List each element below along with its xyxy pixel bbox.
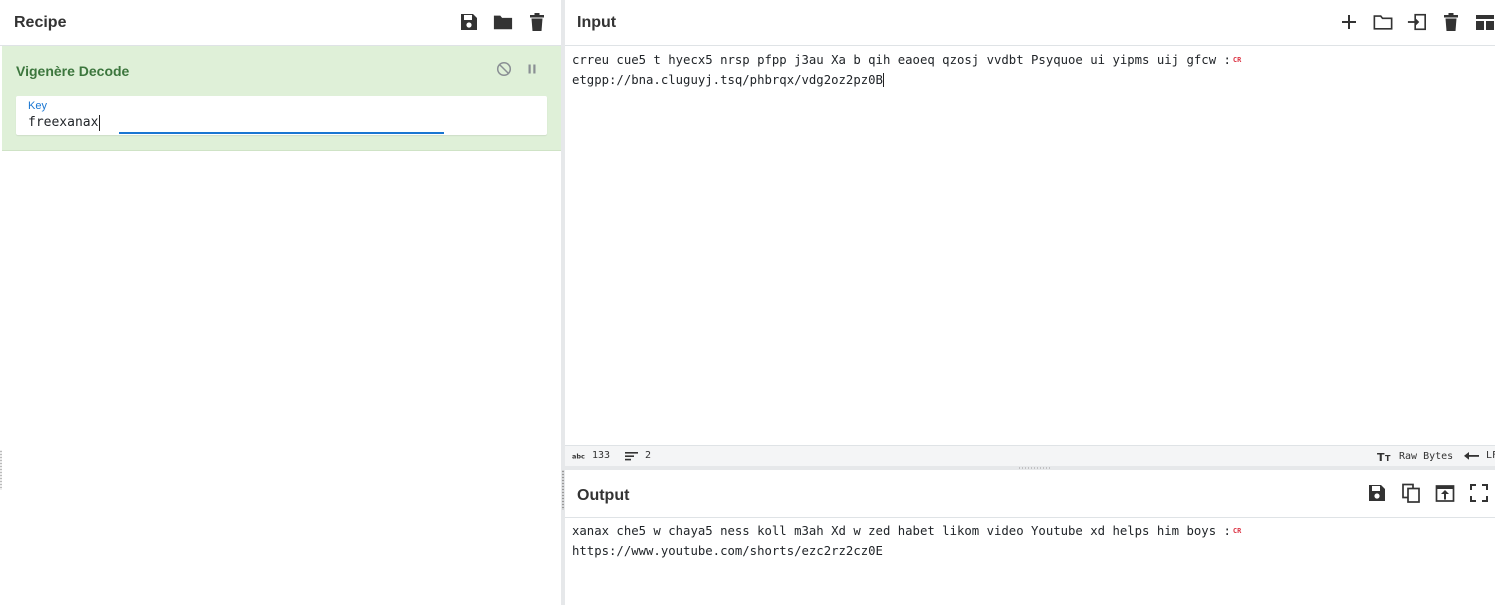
disable-icon[interactable] bbox=[496, 61, 512, 77]
folder-icon[interactable] bbox=[1373, 12, 1393, 32]
vertical-splitter-grip[interactable] bbox=[562, 470, 564, 510]
cr-marker: CR bbox=[1232, 56, 1242, 64]
plus-icon[interactable] bbox=[1339, 12, 1359, 32]
save-icon[interactable] bbox=[459, 12, 479, 32]
key-input[interactable]: freexanax bbox=[28, 115, 101, 131]
import-icon[interactable] bbox=[1407, 12, 1427, 32]
input-header: Input bbox=[565, 0, 1495, 46]
return-icon bbox=[1464, 451, 1479, 460]
output-line-1: xanax che5 w chaya5 ness koll m3ah Xd w … bbox=[572, 521, 1495, 541]
input-textarea[interactable]: crreu cue5 t hyecx5 nrsp pfpp j3au Xa b … bbox=[572, 50, 1495, 90]
svg-text:T: T bbox=[1377, 451, 1385, 462]
fullscreen-icon[interactable] bbox=[1469, 483, 1489, 503]
key-field[interactable]: Key freexanax bbox=[16, 96, 547, 135]
text-size-icon: TT bbox=[1377, 451, 1391, 462]
eol-value[interactable]: LF bbox=[1486, 450, 1495, 461]
key-label: Key bbox=[28, 100, 47, 112]
svg-text:abc: abc bbox=[572, 452, 585, 460]
output-title: Output bbox=[577, 487, 630, 504]
output-header: Output bbox=[565, 470, 1495, 518]
encoding-value[interactable]: Raw Bytes bbox=[1399, 451, 1453, 462]
eol-selector[interactable]: LF bbox=[1464, 450, 1495, 461]
cr-marker: CR bbox=[1232, 527, 1242, 535]
input-line-1-text: crreu cue5 t hyecx5 nrsp pfpp j3au Xa b … bbox=[572, 53, 1231, 67]
output-pane: Output xanax che5 w chaya5 ness koll m3a… bbox=[565, 470, 1495, 605]
layout-icon[interactable] bbox=[1475, 12, 1495, 32]
export-icon[interactable] bbox=[1435, 483, 1455, 503]
abc-icon: abc bbox=[572, 452, 585, 460]
char-count: abc 133 bbox=[572, 450, 610, 461]
recipe-pane: Recipe Vigenère Decode Key freexanax bbox=[0, 0, 561, 605]
recipe-header: Recipe bbox=[0, 0, 561, 46]
horizontal-splitter-grip[interactable] bbox=[1018, 467, 1050, 469]
save-icon[interactable] bbox=[1367, 483, 1387, 503]
output-line-2: https://www.youtube.com/shorts/ezc2rz2cz… bbox=[572, 541, 1495, 561]
operation-name: Vigenère Decode bbox=[16, 63, 130, 79]
input-line-2-text: etgpp://bna.cluguyj.tsq/phbrqx/vdg2oz2pz… bbox=[572, 73, 884, 87]
svg-text:T: T bbox=[1385, 454, 1391, 462]
char-count-value: 133 bbox=[592, 450, 611, 461]
output-textarea[interactable]: xanax che5 w chaya5 ness koll m3ah Xd w … bbox=[572, 521, 1495, 561]
input-status-bar: abc 133 2 TT Raw Bytes LF bbox=[565, 445, 1495, 466]
copy-icon[interactable] bbox=[1401, 483, 1421, 503]
left-edge-grip bbox=[0, 450, 2, 490]
key-underline bbox=[119, 132, 444, 134]
output-line-2-text: https://www.youtube.com/shorts/ezc2rz2cz… bbox=[572, 544, 883, 558]
operation-card[interactable]: Vigenère Decode Key freexanax bbox=[2, 46, 561, 151]
input-line-2: etgpp://bna.cluguyj.tsq/phbrqx/vdg2oz2pz… bbox=[572, 70, 1495, 90]
line-count-value: 2 bbox=[645, 450, 652, 461]
output-line-1-text: xanax che5 w chaya5 ness koll m3ah Xd w … bbox=[572, 524, 1231, 538]
input-line-1: crreu cue5 t hyecx5 nrsp pfpp j3au Xa b … bbox=[572, 50, 1495, 70]
pause-icon[interactable] bbox=[524, 61, 540, 77]
recipe-title: Recipe bbox=[14, 14, 67, 31]
trash-icon[interactable] bbox=[527, 12, 547, 32]
lines-icon bbox=[625, 451, 638, 460]
line-count: 2 bbox=[625, 450, 651, 461]
input-title: Input bbox=[577, 14, 617, 31]
input-pane: Input crreu cue5 t hyecx5 nrsp pfpp j3au… bbox=[565, 0, 1495, 466]
trash-icon[interactable] bbox=[1441, 12, 1461, 32]
encoding-selector[interactable]: TT Raw Bytes bbox=[1377, 450, 1453, 463]
folder-icon[interactable] bbox=[493, 12, 513, 32]
